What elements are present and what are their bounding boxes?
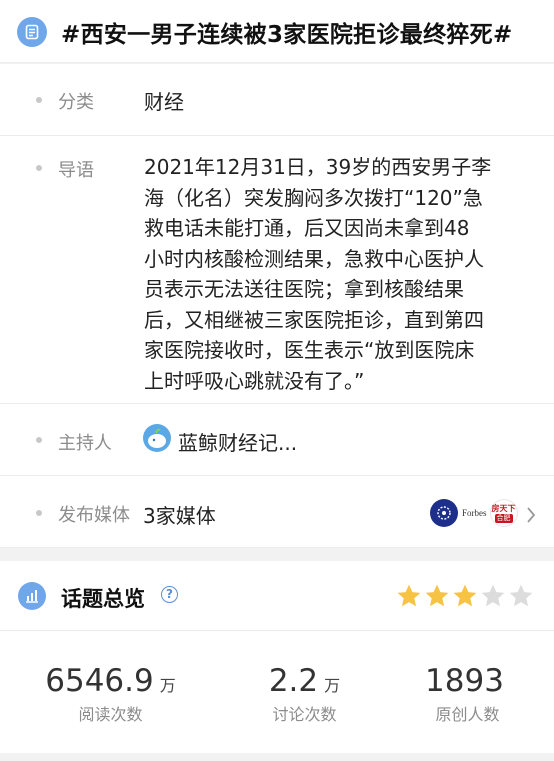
star-filled-icon xyxy=(425,584,449,607)
intro-line: 员表示无法送往医院；拿到核酸结果 xyxy=(144,277,464,301)
star-filled-icon xyxy=(453,584,477,607)
media-logo-forbes: Forbes xyxy=(462,508,487,518)
fang-logo-bottom: 合肥 xyxy=(494,513,513,523)
topic-header: #西安一男子连续被3家医院拒诊最终猝死# xyxy=(0,0,554,63)
bullet-dot xyxy=(36,437,42,443)
category-row: 分类 财经 xyxy=(0,64,554,136)
media-logo-fang: 房天下 合肥 xyxy=(489,499,518,527)
intro-line: 海（化名）突发胸闷多次拨打“120”急 xyxy=(144,185,483,210)
stat-caption: 原创人数 xyxy=(435,705,500,724)
media-logo-blue xyxy=(430,499,458,527)
host-row[interactable]: 主持人 蓝鲸财经记... xyxy=(0,404,554,476)
media-logos[interactable]: Forbes 房天下 合肥 xyxy=(430,498,518,528)
intro-line: 救电话未能打通，后又因尚未拿到48 xyxy=(144,216,470,240)
intro-line: 上时呼吸心跳就没有了。” xyxy=(144,368,365,393)
stats-panel: 6546.9 万 阅读次数 2.2 万 讨论次数 1893 原创人数 xyxy=(0,631,554,753)
fang-logo-top: 房天下 xyxy=(491,503,516,513)
stat-value: 2.2 xyxy=(268,663,319,699)
stat-reads: 6546.9 万 阅读次数 xyxy=(18,663,203,725)
media-label: 发布媒体 xyxy=(58,505,130,526)
stat-unit: 万 xyxy=(324,676,341,695)
chart-icon xyxy=(18,582,46,610)
host-name[interactable]: 蓝鲸财经记... xyxy=(178,427,297,456)
category-label: 分类 xyxy=(58,92,94,113)
intro-label: 导语 xyxy=(58,160,94,181)
stat-caption: 阅读次数 xyxy=(78,705,143,724)
bullet-dot xyxy=(36,97,42,103)
stat-discussions: 2.2 万 讨论次数 xyxy=(212,663,397,725)
star-filled-icon xyxy=(397,584,421,607)
intro-line: 小时内核酸检测结果，急救中心医护人 xyxy=(144,246,484,271)
document-icon xyxy=(17,17,47,47)
stat-value: 6546.9 xyxy=(45,663,154,699)
bullet-dot xyxy=(36,510,42,516)
host-label: 主持人 xyxy=(58,433,112,454)
help-icon[interactable]: ? xyxy=(161,586,178,603)
intro-line: 家医院接收时，医生表示“放到医院床 xyxy=(144,338,475,362)
stat-value: 1893 xyxy=(425,663,504,699)
chevron-right-icon[interactable] xyxy=(525,505,537,525)
star-empty-icon xyxy=(509,584,533,607)
intro-line: 2021年12月31日，39岁的西安男子李 xyxy=(144,155,492,179)
bullet-dot xyxy=(36,165,42,171)
rating-stars xyxy=(396,583,536,609)
stat-unit: 万 xyxy=(159,676,176,695)
topic-title: #西安一男子连续被3家医院拒诊最终猝死# xyxy=(61,22,513,48)
overview-title: 话题总览 xyxy=(61,587,145,611)
stat-authors: 1893 原创人数 xyxy=(375,663,554,725)
category-value: 财经 xyxy=(144,90,184,114)
host-avatar[interactable] xyxy=(143,424,171,452)
media-count[interactable]: 3家媒体 xyxy=(143,500,216,529)
intro-text: 2021年12月31日，39岁的西安男子李 海（化名）突发胸闷多次拨打“120”… xyxy=(144,152,536,396)
star-empty-icon xyxy=(481,584,505,607)
intro-line: 后，又相继被三家医院拒诊，直到第四 xyxy=(144,307,484,332)
stat-caption: 讨论次数 xyxy=(272,705,337,724)
overview-header: 话题总览 ? xyxy=(0,561,554,631)
